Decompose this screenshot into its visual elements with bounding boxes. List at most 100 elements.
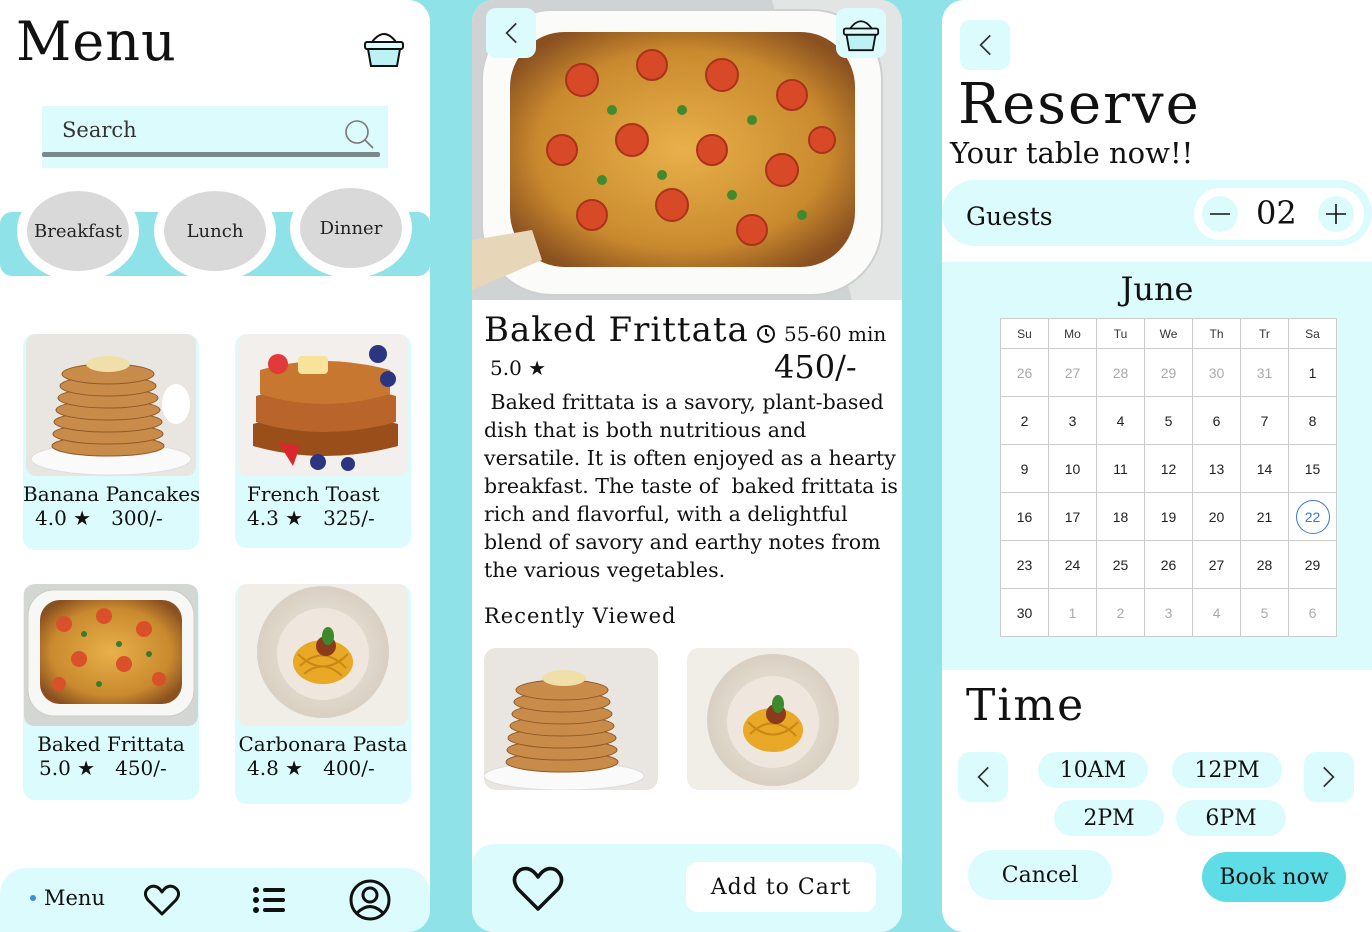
calendar-day-number: 6 — [1212, 412, 1221, 429]
book-now-button[interactable]: Book now — [1202, 852, 1346, 902]
calendar-day[interactable]: 11 — [1096, 444, 1145, 493]
calendar-day-number: 2 — [1116, 604, 1125, 621]
calendar-day[interactable]: 15 — [1288, 444, 1337, 493]
calendar-grid: Su Mo Tu We Th Tr Sa 26 27 28 29 30 31 1 2 3 4 5 6 7 8 9 10 11… — [1000, 318, 1337, 637]
calendar-day[interactable]: 24 — [1048, 540, 1097, 589]
calendar-day[interactable]: 26 — [1144, 540, 1193, 589]
time-slot[interactable]: 6PM — [1176, 800, 1286, 836]
prev-time-button[interactable] — [958, 752, 1008, 802]
calendar-day[interactable]: 30 — [1192, 348, 1241, 397]
search-icon[interactable] — [342, 118, 376, 150]
recent-pancakes-thumb[interactable] — [484, 648, 658, 790]
prep-time-text: 55-60 min — [784, 322, 887, 346]
calendar-day-number: 1 — [1308, 364, 1317, 381]
french-toast-image — [238, 334, 408, 476]
calendar-day[interactable]: 20 — [1192, 492, 1241, 541]
calendar-day[interactable]: 12 — [1144, 444, 1193, 493]
time-slot[interactable]: 2PM — [1054, 800, 1164, 836]
calendar-day[interactable]: 7 — [1240, 396, 1289, 445]
calendar-day[interactable]: 2 — [1000, 396, 1049, 445]
category-dinner[interactable]: Dinner — [290, 178, 412, 278]
menu-item-card[interactable]: Carbonara Pasta 4.8 ★ 400/- — [235, 584, 411, 804]
calendar-day[interactable]: 4 — [1096, 396, 1145, 445]
calendar-day-number: 10 — [1064, 460, 1081, 477]
back-button[interactable] — [960, 20, 1010, 70]
calendar-day[interactable]: 4 — [1192, 588, 1241, 637]
basket-button[interactable] — [836, 8, 886, 58]
calendar-day[interactable]: 27 — [1048, 348, 1097, 397]
decrement-button[interactable] — [1202, 196, 1238, 232]
calendar-day[interactable]: 28 — [1096, 348, 1145, 397]
weekday-header: Mo — [1048, 318, 1097, 349]
calendar-day[interactable]: 14 — [1240, 444, 1289, 493]
calendar-day-number: 29 — [1160, 364, 1177, 381]
recent-pasta-thumb[interactable] — [687, 648, 859, 790]
calendar-day-number: 22 — [1295, 499, 1330, 534]
calendar-day[interactable]: 19 — [1144, 492, 1193, 541]
calendar-day[interactable]: 26 — [1000, 348, 1049, 397]
calendar-day[interactable]: 3 — [1144, 588, 1193, 637]
calendar-day[interactable]: 16 — [1000, 492, 1049, 541]
calendar-day[interactable]: 18 — [1096, 492, 1145, 541]
calendar-day[interactable]: 8 — [1288, 396, 1337, 445]
next-time-button[interactable] — [1304, 752, 1354, 802]
chevron-right-icon — [1323, 766, 1335, 788]
calendar-day-number: 8 — [1308, 412, 1317, 429]
item-name: Banana Pancakes — [23, 482, 199, 506]
minus-icon — [1210, 213, 1230, 215]
time-slot[interactable]: 10AM — [1038, 752, 1148, 788]
guests-bar: Guests 02 — [942, 180, 1372, 246]
item-price: 325/- — [323, 506, 375, 530]
calendar-day-number: 13 — [1208, 460, 1225, 477]
nav-menu-label: Menu — [44, 886, 105, 910]
frittata-image — [24, 584, 198, 726]
back-button[interactable] — [486, 8, 536, 58]
profile-icon[interactable] — [348, 878, 392, 922]
calendar-day-number: 29 — [1304, 556, 1321, 573]
menu-item-card[interactable]: French Toast 4.3 ★ 325/- — [235, 334, 411, 548]
calendar-day-number: 27 — [1064, 364, 1081, 381]
calendar-day[interactable]: 2 — [1096, 588, 1145, 637]
cancel-button[interactable]: Cancel — [968, 850, 1112, 900]
calendar-day[interactable]: 9 — [1000, 444, 1049, 493]
calendar-day[interactable]: 5 — [1144, 396, 1193, 445]
calendar-day-number: 12 — [1160, 460, 1177, 477]
calendar-day[interactable]: 30 — [1000, 588, 1049, 637]
calendar-day[interactable]: 6 — [1192, 396, 1241, 445]
calendar-day[interactable]: 3 — [1048, 396, 1097, 445]
menu-item-card[interactable]: Baked Frittata 5.0 ★ 450/- — [23, 584, 199, 800]
dish-price: 450/- — [774, 348, 857, 386]
chevron-left-icon — [977, 766, 989, 788]
calendar-day[interactable]: 23 — [1000, 540, 1049, 589]
menu-item-card[interactable]: Banana Pancakes 4.0 ★ 300/- — [23, 334, 199, 550]
calendar-day[interactable]: 1 — [1048, 588, 1097, 637]
calendar-day[interactable]: 10 — [1048, 444, 1097, 493]
calendar-day[interactable]: 13 — [1192, 444, 1241, 493]
basket-icon[interactable] — [362, 26, 406, 68]
calendar-day[interactable]: 28 — [1240, 540, 1289, 589]
nav-menu[interactable]: Menu — [30, 886, 105, 910]
category-lunch[interactable]: Lunch — [154, 181, 276, 281]
calendar-day[interactable]: 17 — [1048, 492, 1097, 541]
calendar-day[interactable]: 5 — [1240, 588, 1289, 637]
calendar-day[interactable]: 21 — [1240, 492, 1289, 541]
increment-button[interactable] — [1318, 196, 1354, 232]
calendar-day[interactable]: 6 — [1288, 588, 1337, 637]
calendar-day[interactable]: 31 — [1240, 348, 1289, 397]
calendar-day[interactable]: 29 — [1144, 348, 1193, 397]
calendar-day-number: 16 — [1016, 508, 1033, 525]
add-to-cart-button[interactable]: Add to Cart — [686, 862, 876, 912]
calendar-day[interactable]: 1 — [1288, 348, 1337, 397]
page-title: Menu — [16, 10, 177, 73]
calendar-day[interactable]: 25 — [1096, 540, 1145, 589]
calendar-day[interactable]: 29 — [1288, 540, 1337, 589]
time-slot[interactable]: 12PM — [1172, 752, 1282, 788]
category-breakfast[interactable]: Breakfast — [17, 181, 139, 281]
calendar-day-selected[interactable]: 22 — [1288, 492, 1337, 541]
calendar-day[interactable]: 27 — [1192, 540, 1241, 589]
search-input[interactable] — [62, 116, 322, 144]
list-icon[interactable] — [252, 886, 286, 914]
calendar-day-number: 19 — [1160, 508, 1177, 525]
heart-icon[interactable] — [144, 884, 180, 916]
favorite-heart-icon[interactable] — [512, 866, 564, 912]
